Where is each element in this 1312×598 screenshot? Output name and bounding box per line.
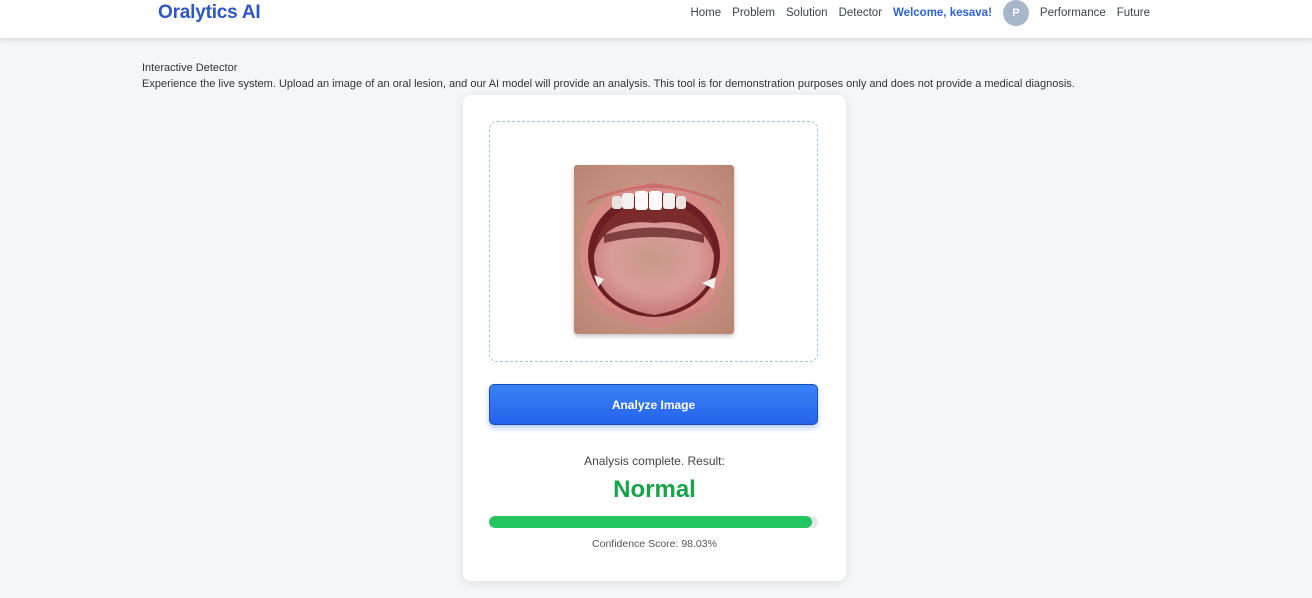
nav-future-link[interactable]: Future <box>1117 7 1150 19</box>
confidence-score-text: Confidence Score: 98.03% <box>592 538 717 550</box>
nav-performance-link[interactable]: Performance <box>1040 7 1106 19</box>
detector-card: Analyze Image Analysis complete. Result:… <box>463 95 846 581</box>
confidence-bar-fill <box>489 516 812 528</box>
nav-detector-link[interactable]: Detector <box>839 7 882 19</box>
image-upload-dropzone[interactable] <box>489 121 818 362</box>
section-title: Interactive Detector <box>142 62 238 74</box>
brand-logo[interactable]: Oralytics AI <box>158 2 261 24</box>
result-value: Normal <box>613 476 696 503</box>
user-avatar[interactable]: P <box>1002 0 1029 26</box>
mouth-image-icon <box>574 165 734 334</box>
nav-solution-link[interactable]: Solution <box>786 7 828 19</box>
top-navbar: Oralytics AI Home Problem Solution Detec… <box>0 0 1312 38</box>
result-label: Analysis complete. Result: <box>584 454 725 468</box>
confidence-bar <box>489 516 818 528</box>
main-nav: Home Problem Solution Detector Welcome, … <box>679 0 1150 26</box>
nav-problem-link[interactable]: Problem <box>732 7 775 19</box>
uploaded-image-preview <box>574 165 734 334</box>
analyze-image-button[interactable]: Analyze Image <box>489 384 818 425</box>
welcome-message: Welcome, kesava! <box>893 7 992 19</box>
section-description: Experience the live system. Upload an im… <box>142 78 1075 90</box>
nav-home-link[interactable]: Home <box>690 7 721 19</box>
